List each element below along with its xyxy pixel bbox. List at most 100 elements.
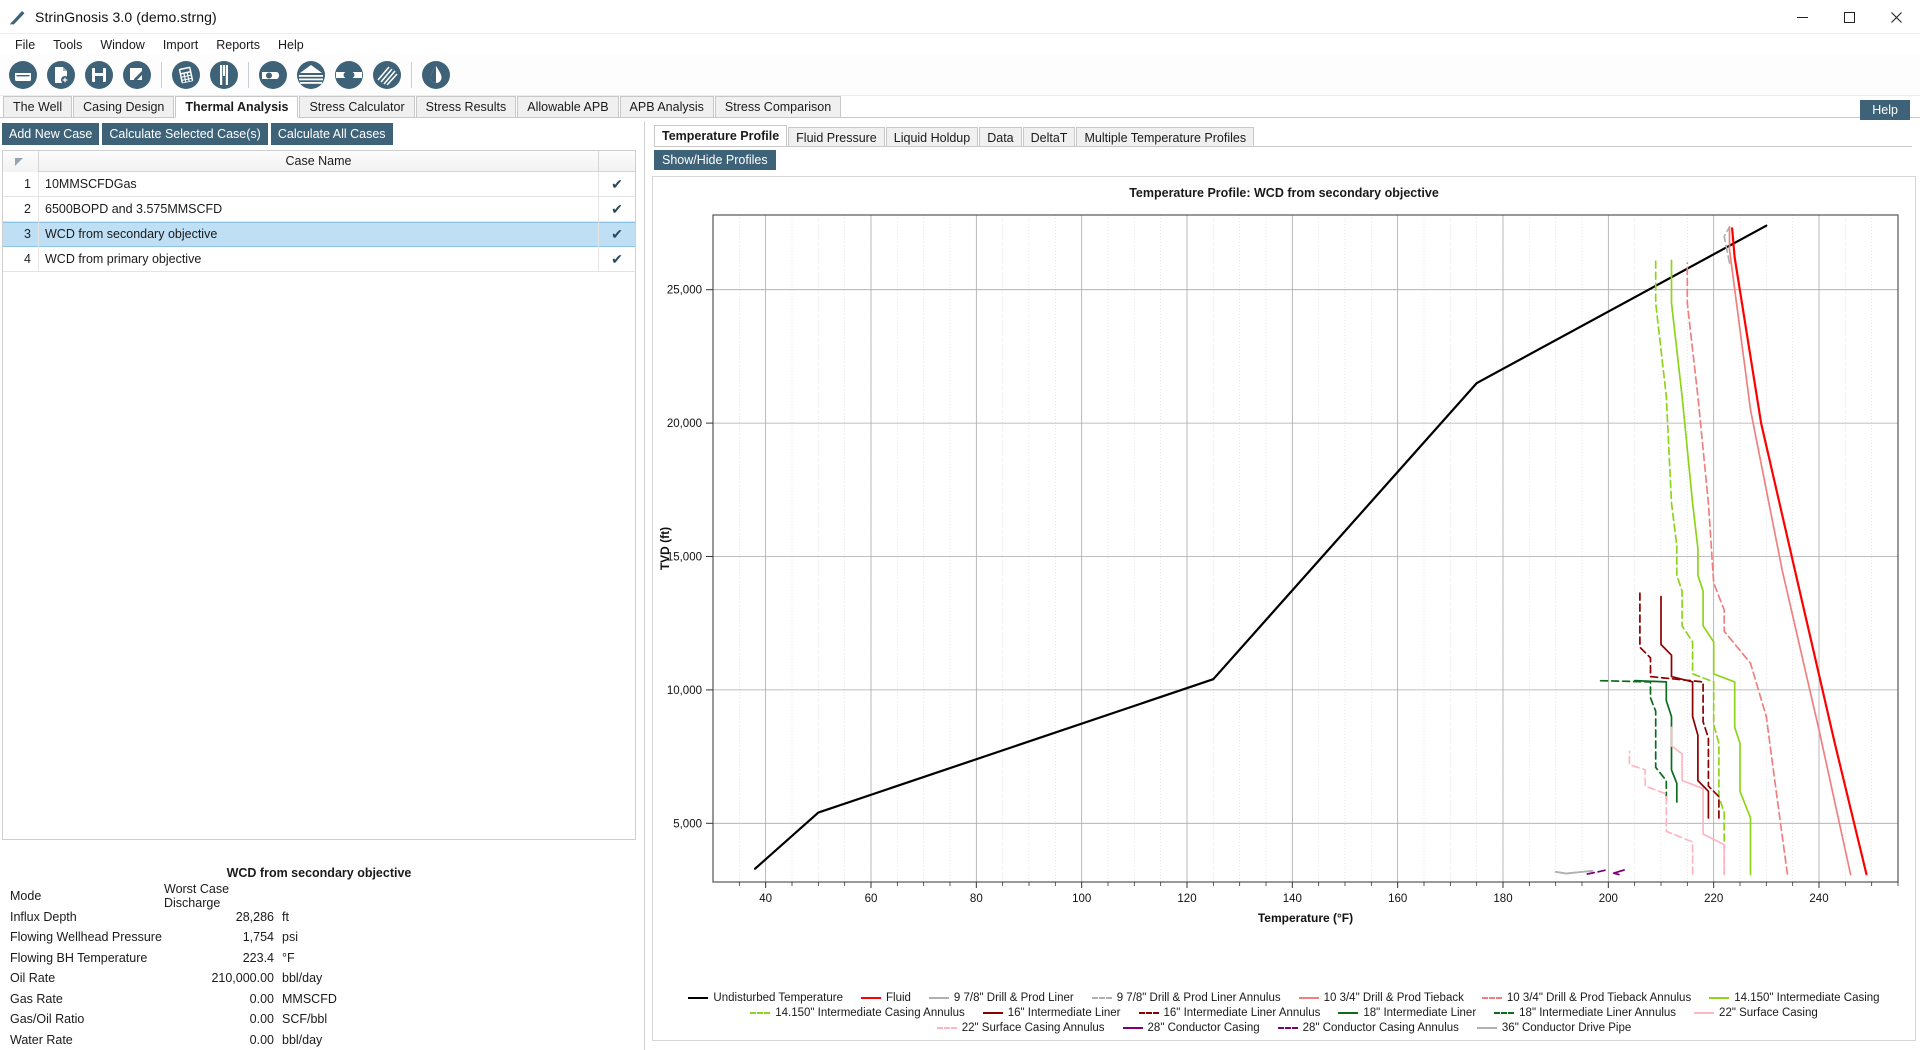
- table-row[interactable]: 2 6500BOPD and 3.575MMSCFD ✔: [3, 196, 635, 222]
- case-enabled-check-icon[interactable]: ✔: [599, 197, 635, 222]
- tab-allowable-apb[interactable]: Allowable APB: [517, 96, 619, 117]
- layers-icon[interactable]: [292, 56, 330, 94]
- toolbar: [0, 55, 1920, 96]
- y-axis-tick-label: 25,000: [667, 285, 702, 297]
- chart-plot-area: 40 60 80 100 120 140 160 180 200 220 240 Temperatur…: [658, 214, 1899, 925]
- chart-tab-underline: [654, 146, 1912, 147]
- table-row[interactable]: 3 WCD from secondary objective ✔: [3, 222, 635, 247]
- maximize-icon[interactable]: [1826, 0, 1873, 34]
- property-value: 223.4: [242, 950, 274, 965]
- legend-label: 36" Conductor Drive Pipe: [1501, 1022, 1632, 1034]
- legend-item[interactable]: 9 7/8" Drill & Prod Liner: [928, 992, 1074, 1004]
- x-axis-tick-label: 240: [1809, 893, 1828, 905]
- tab-fluid-pressure[interactable]: Fluid Pressure: [788, 127, 885, 147]
- tab-stress-comparison[interactable]: Stress Comparison: [714, 96, 842, 117]
- packer-icon[interactable]: [330, 56, 368, 94]
- tab-casing-design[interactable]: Casing Design: [73, 96, 175, 117]
- tab-data[interactable]: Data: [979, 127, 1022, 147]
- save-file-icon[interactable]: [80, 56, 118, 94]
- legend-item[interactable]: 28" Conductor Casing: [1122, 1022, 1260, 1034]
- calculate-selected-cases-button[interactable]: Calculate Selected Case(s): [102, 123, 268, 145]
- tab-stress-calculator[interactable]: Stress Calculator: [299, 96, 415, 117]
- legend-item[interactable]: 10 3/4" Drill & Prod Tieback: [1298, 992, 1464, 1004]
- table-row[interactable]: 1 10MMSCFDGas ✔: [3, 171, 635, 197]
- tubing-icon[interactable]: [205, 56, 243, 94]
- row-number: 4: [3, 246, 39, 272]
- legend-item[interactable]: Undisturbed Temperature: [688, 992, 843, 1004]
- case-name-cell[interactable]: WCD from primary objective: [39, 246, 599, 272]
- close-icon[interactable]: [1873, 0, 1920, 34]
- tab-temperature-profile[interactable]: Temperature Profile: [654, 125, 788, 147]
- x-axis-tick-label: 80: [970, 893, 983, 905]
- open-file-icon[interactable]: [4, 56, 42, 94]
- case-properties-panel: WCD from secondary objective Mode Worst …: [2, 866, 636, 1050]
- property-value: 28,286: [235, 909, 274, 924]
- case-enabled-check-icon[interactable]: ✔: [599, 172, 635, 197]
- row-number: 2: [3, 196, 39, 222]
- tab-the-well[interactable]: The Well: [3, 96, 73, 117]
- new-file-icon[interactable]: [42, 56, 80, 94]
- legend-item[interactable]: 9 7/8" Drill & Prod Liner Annulus: [1091, 992, 1281, 1004]
- property-value: 210,000.00: [211, 971, 274, 986]
- legend-item[interactable]: Fluid: [860, 992, 911, 1004]
- legend-label: 18" Intermediate Liner: [1363, 1007, 1477, 1019]
- minimize-icon[interactable]: [1779, 0, 1826, 34]
- menu-window[interactable]: Window: [91, 35, 153, 55]
- menu-help[interactable]: Help: [269, 35, 313, 55]
- legend-item[interactable]: 16" Intermediate Liner: [982, 1007, 1121, 1019]
- tab-stress-results[interactable]: Stress Results: [415, 96, 517, 117]
- add-new-case-button[interactable]: Add New Case: [2, 123, 100, 145]
- show-hide-profiles-button[interactable]: Show/Hide Profiles: [654, 150, 776, 170]
- row-number: 3: [3, 222, 39, 247]
- help-button[interactable]: Help: [1860, 100, 1910, 120]
- case-name-cell[interactable]: WCD from secondary objective: [39, 222, 599, 247]
- calculate-all-cases-button[interactable]: Calculate All Cases: [270, 123, 393, 145]
- chart-tab-strip: Temperature Profile Fluid Pressure Liqui…: [654, 125, 1255, 147]
- menu-tools[interactable]: Tools: [44, 35, 91, 55]
- legend-item[interactable]: 14.150" Intermediate Casing: [1709, 992, 1880, 1004]
- tab-deltat[interactable]: DeltaT: [1022, 127, 1076, 147]
- legend-item[interactable]: 18" Intermediate Liner Annulus: [1494, 1007, 1676, 1019]
- grid-corner-selector[interactable]: [3, 151, 39, 172]
- tab-liquid-holdup[interactable]: Liquid Holdup: [885, 127, 979, 147]
- tab-multiple-temperature-profiles[interactable]: Multiple Temperature Profiles: [1076, 127, 1255, 147]
- series-line: [1612, 869, 1625, 876]
- casing-shoe-icon[interactable]: [254, 56, 292, 94]
- legend-item[interactable]: 16" Intermediate Liner Annulus: [1138, 1007, 1320, 1019]
- case-grid[interactable]: Case Name 1 10MMSCFDGas ✔ 2 6500BOPD and…: [2, 150, 636, 840]
- row-number: 1: [3, 171, 39, 197]
- legend-label: 28" Conductor Casing Annulus: [1302, 1022, 1459, 1034]
- legend-item[interactable]: 22" Surface Casing Annulus: [936, 1022, 1105, 1034]
- legend-label: 28" Conductor Casing: [1147, 1022, 1260, 1034]
- legend-label: 22" Surface Casing: [1719, 1007, 1818, 1019]
- property-unit: ft: [282, 909, 289, 924]
- case-name-cell[interactable]: 10MMSCFDGas: [39, 171, 599, 197]
- case-enabled-check-icon[interactable]: ✔: [599, 247, 635, 272]
- legend-item[interactable]: 22" Surface Casing: [1694, 1007, 1818, 1019]
- series-line: [1554, 869, 1594, 875]
- window-title: StrinGnosis 3.0 (demo.strng): [35, 8, 217, 25]
- legend-item[interactable]: 36" Conductor Drive Pipe: [1476, 1022, 1632, 1034]
- legend-item[interactable]: 10 3/4" Drill & Prod Tieback Annulus: [1481, 992, 1691, 1004]
- fluid-drop-icon[interactable]: [417, 56, 455, 94]
- edit-file-icon[interactable]: [118, 56, 156, 94]
- legend-swatch-icon: [1091, 997, 1112, 999]
- menu-file[interactable]: File: [6, 35, 44, 55]
- calculator-icon[interactable]: [167, 56, 205, 94]
- legend-label: 14.150" Intermediate Casing Annulus: [775, 1007, 965, 1019]
- tab-apb-analysis[interactable]: APB Analysis: [619, 96, 714, 117]
- column-header-case-name[interactable]: Case Name: [39, 151, 599, 172]
- x-axis-tick-label: 140: [1283, 893, 1302, 905]
- menu-import[interactable]: Import: [154, 35, 207, 55]
- table-row[interactable]: 4 WCD from primary objective ✔: [3, 246, 635, 272]
- legend-item[interactable]: 18" Intermediate Liner: [1338, 1007, 1476, 1019]
- case-enabled-check-icon[interactable]: ✔: [599, 222, 635, 247]
- toolbar-separator-2: [248, 62, 249, 88]
- menu-reports[interactable]: Reports: [207, 35, 269, 55]
- legend-item[interactable]: 28" Conductor Casing Annulus: [1277, 1022, 1459, 1034]
- drillpipe-icon[interactable]: [368, 56, 406, 94]
- property-value: 1,754: [242, 930, 274, 945]
- case-name-cell[interactable]: 6500BOPD and 3.575MMSCFD: [39, 196, 599, 222]
- legend-item[interactable]: 14.150" Intermediate Casing Annulus: [750, 1007, 965, 1019]
- tab-thermal-analysis[interactable]: Thermal Analysis: [175, 96, 299, 118]
